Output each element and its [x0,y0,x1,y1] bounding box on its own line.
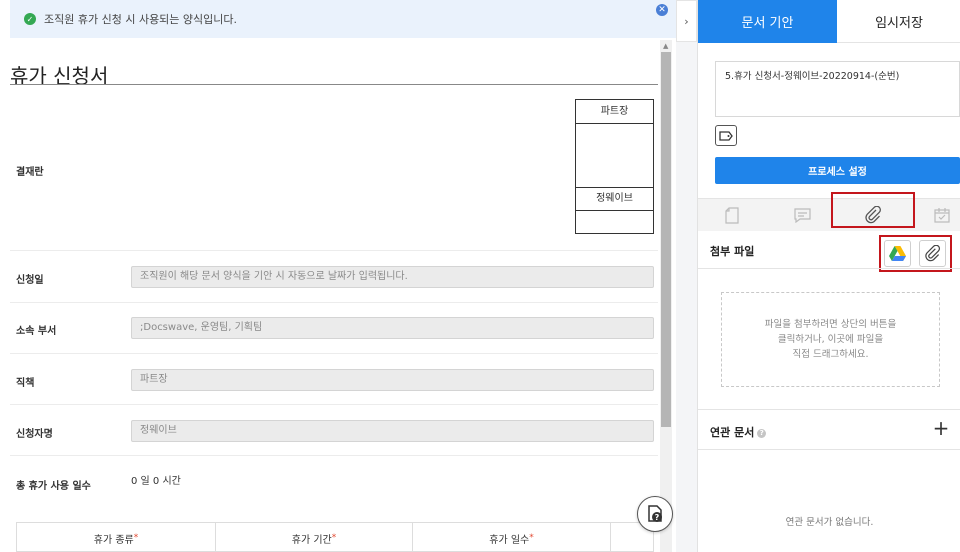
chevron-right-icon: › [684,14,689,28]
side-panel: 문서 기안 임시저장 5.휴가 신청서-정웨이브-20220914-(순번) 프… [697,0,960,552]
help-icon: ? [648,505,662,522]
vacation-period-header: 휴가 기간 * [216,523,413,552]
drop-hint-line: 클릭하거나, 이곳에 파일을 [777,334,884,345]
tab-document-icon[interactable] [722,205,742,225]
vacation-type-header: 휴가 종류 * [17,523,216,552]
document-name-input[interactable]: 5.휴가 신청서-정웨이브-20220914-(순번) [715,61,960,117]
field-label-applicant: 신청자명 [16,429,53,440]
title-divider [10,84,658,85]
help-button[interactable]: ? [637,496,673,532]
collapse-panel-button[interactable]: › [676,0,697,42]
calendar-icon [934,208,950,223]
vacation-days-header: 휴가 일수 * [413,523,611,552]
approval-signature-area[interactable] [576,124,653,188]
applicant-field: 정웨이브 [131,420,654,442]
section-divider [698,409,960,410]
document-pane: ✓ 조직원 휴가 신청 시 사용되는 양식입니다. ✕ 휴가 신청서 결재란 파… [0,0,676,552]
position-field: 파트장 [131,369,654,391]
process-settings-button[interactable]: 프로세스 설정 [715,157,960,184]
tab-temp-save[interactable]: 임시저장 [837,0,960,43]
svg-text:?: ? [655,513,660,522]
approver-name: 정웨이브 [576,188,653,211]
info-icon[interactable]: ? [757,428,767,438]
section-divider [698,449,960,450]
file-drop-zone[interactable]: 파일을 첨부하려면 상단의 버튼을 클릭하거나, 이곳에 파일을 직접 드래그하… [721,292,940,387]
document-icon [725,206,739,224]
tag-icon [719,130,733,141]
total-days-value: 0 일 0 시간 [131,476,181,487]
row-divider [10,250,658,251]
row-divider [10,455,658,456]
scrollbar-thumb[interactable] [661,52,671,427]
app-root: ✓ 조직원 휴가 신청 시 사용되는 양식입니다. ✕ 휴가 신청서 결재란 파… [0,0,960,552]
tab-draft[interactable]: 문서 기안 [698,0,837,43]
form-notice-banner: ✓ 조직원 휴가 신청 시 사용되는 양식입니다. ✕ [10,0,676,38]
approval-role-header: 파트장 [576,100,653,124]
approval-stamp-box: 파트장 정웨이브 [575,99,654,234]
row-divider [10,302,658,303]
field-label-department: 소속 부서 [16,326,57,337]
scroll-up-arrow-icon[interactable]: ▲ [663,42,668,50]
approval-label: 결재란 [16,167,44,178]
drop-hint-line: 파일을 첨부하려면 상단의 버튼을 [764,319,897,330]
department-field: ;Docswave, 운영팀, 기획팀 [131,317,654,339]
notice-text: 조직원 휴가 신청 시 사용되는 양식입니다. [44,13,238,26]
apply-date-field: 조직원이 해당 문서 양식을 기안 시 자동으로 날짜가 입력됩니다. [131,266,654,288]
attachments-title: 첨부 파일 [710,245,755,258]
row-divider [10,404,658,405]
panel-icon-tabs [698,198,960,231]
related-docs-label: 연관 문서 [710,426,755,439]
field-label-apply-date: 신청일 [16,275,44,286]
related-docs-title: 연관 문서? [710,424,767,440]
tag-button[interactable] [715,125,737,146]
field-label-total-days: 총 휴가 사용 일수 [16,481,91,492]
related-docs-empty: 연관 문서가 없습니다. [785,517,874,528]
drop-hint-line: 직접 드래그하세요. [792,349,869,360]
close-icon[interactable]: ✕ [656,4,668,16]
check-circle-icon: ✓ [24,13,36,25]
comment-icon [793,207,811,223]
row-divider [10,353,658,354]
add-related-doc-button[interactable]: + [932,418,950,438]
highlight-attach-buttons [879,235,952,272]
field-label-position: 직책 [16,378,35,389]
tab-comment-icon[interactable] [792,205,812,225]
section-divider [698,268,960,269]
plus-icon: + [932,416,950,440]
highlight-attachment-tab [831,192,915,228]
tab-calendar-icon[interactable] [932,205,952,225]
vacation-table-header: 휴가 종류 * 휴가 기간 * 휴가 일수 * [16,522,654,552]
